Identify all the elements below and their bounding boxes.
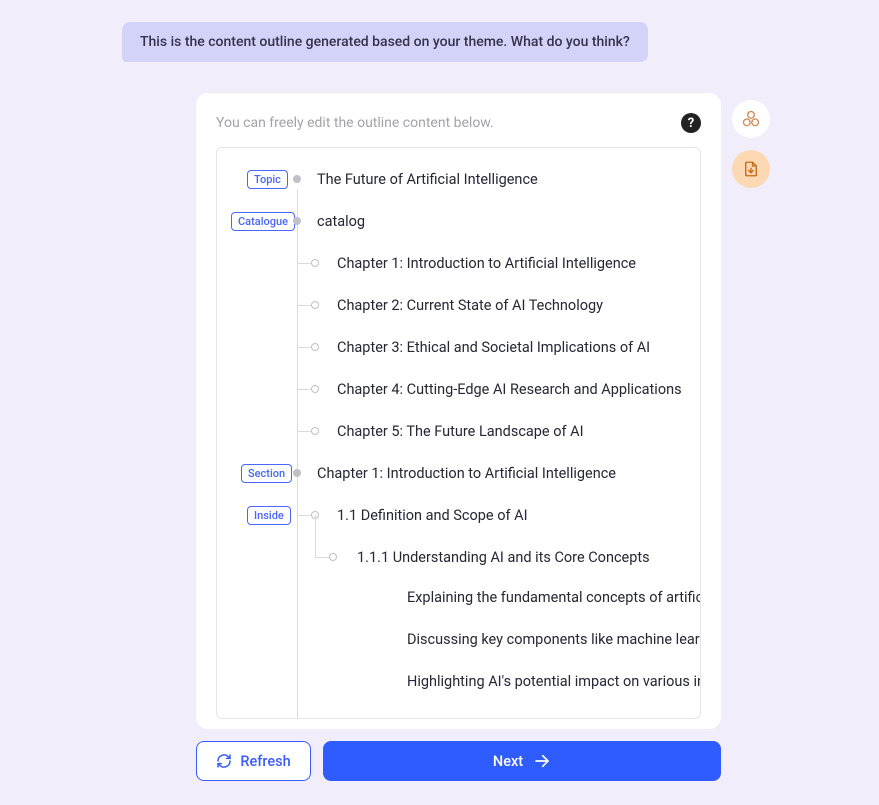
outline-sub[interactable]: 1.1.1 Understanding AI and its Core Conc…	[357, 549, 650, 566]
node-dot	[293, 175, 301, 183]
chapter-item[interactable]: Chapter 3: Ethical and Societal Implicat…	[337, 339, 650, 356]
help-icon[interactable]: ?	[681, 113, 701, 133]
node-dot	[311, 301, 319, 309]
tag-section: Section	[241, 464, 292, 483]
document-down-icon	[742, 160, 760, 178]
node-dot	[311, 259, 319, 267]
refresh-icon	[216, 753, 232, 769]
sidebar-document-button[interactable]	[732, 150, 770, 188]
chapter-item[interactable]: Chapter 4: Cutting-Edge AI Research and …	[337, 381, 682, 398]
tag-topic: Topic	[247, 170, 288, 189]
outline-leaf[interactable]: Discussing key components like machine l…	[407, 631, 701, 648]
chat-bubble-text: This is the content outline generated ba…	[140, 34, 630, 50]
chapter-item[interactable]: Chapter 1: Introduction to Artificial In…	[337, 255, 636, 272]
node-dot	[329, 553, 337, 561]
outline-leaf[interactable]: Highlighting AI's potential impact on va…	[407, 673, 701, 690]
chat-bubble: This is the content outline generated ba…	[122, 22, 648, 62]
node-dot	[293, 217, 301, 225]
node-dot	[311, 343, 319, 351]
refresh-label: Refresh	[240, 753, 290, 770]
outline-inside[interactable]: 1.1 Definition and Scope of AI	[337, 507, 528, 524]
tag-catalogue: Catalogue	[231, 212, 295, 231]
sidebar-circles-button[interactable]	[732, 100, 770, 138]
arrow-right-icon	[533, 752, 551, 770]
circles-icon	[741, 109, 761, 129]
chapter-item[interactable]: Chapter 5: The Future Landscape of AI	[337, 423, 584, 440]
outline-section[interactable]: Chapter 1: Introduction to Artificial In…	[317, 465, 616, 482]
panel-hint: You can freely edit the outline content …	[216, 115, 494, 131]
outline-editor[interactable]: Topic The Future of Artificial Intellige…	[216, 147, 701, 719]
outline-panel: You can freely edit the outline content …	[196, 93, 721, 729]
outline-catalogue[interactable]: catalog	[317, 213, 365, 230]
node-dot	[293, 469, 301, 477]
next-button[interactable]: Next	[323, 741, 721, 781]
refresh-button[interactable]: Refresh	[196, 741, 311, 781]
tag-inside: Inside	[247, 506, 291, 525]
node-dot	[311, 427, 319, 435]
next-label: Next	[493, 753, 523, 770]
node-dot	[311, 385, 319, 393]
chapter-item[interactable]: Chapter 2: Current State of AI Technolog…	[337, 297, 603, 314]
outline-topic[interactable]: The Future of Artificial Intelligence	[317, 171, 538, 188]
outline-leaf[interactable]: Explaining the fundamental concepts of a…	[407, 589, 701, 606]
